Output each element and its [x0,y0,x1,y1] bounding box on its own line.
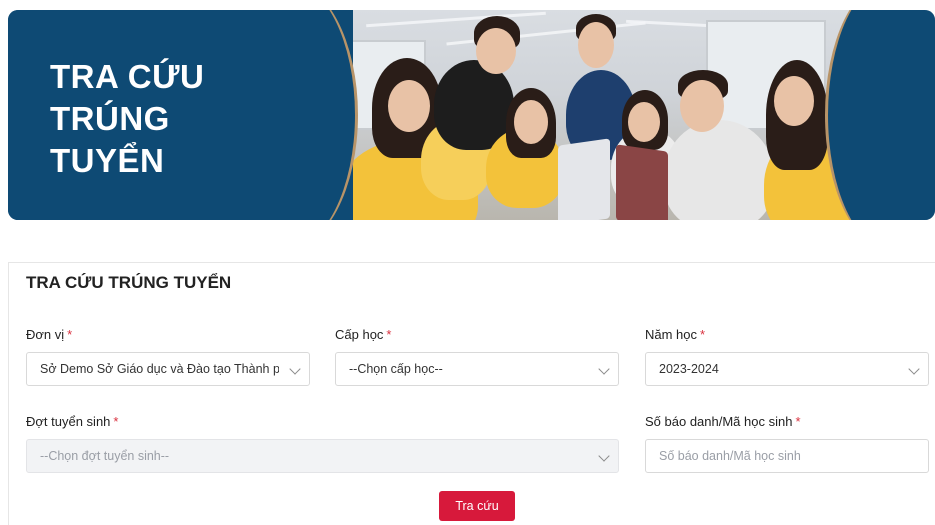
nam-hoc-value: 2023-2024 [659,362,719,376]
dot-tuyen-sinh-select[interactable]: --Chọn đợt tuyển sinh-- [26,439,619,473]
don-vi-label: Đơn vị * [26,327,72,342]
chevron-down-icon [598,363,610,375]
hero-banner: TRA CỨU TRÚNG TUYỂN [8,10,935,220]
banner-title: TRA CỨU TRÚNG TUYỂN [50,56,204,182]
form-title: TRA CỨU TRÚNG TUYỂN [26,273,232,292]
don-vi-value: Sở Demo Sở Giáo dục và Đào tạo Thành phố… [40,362,279,376]
banner-right-curve [825,10,935,220]
required-mark: * [67,327,73,342]
search-form-card: TRA CỨU TRÚNG TUYỂN Đơn vị * Sở Demo Sở G… [8,262,935,525]
chevron-down-icon [289,363,301,375]
cap-hoc-select[interactable]: --Chọn cấp học-- [335,352,619,386]
required-mark: * [113,414,119,429]
cap-hoc-value: --Chọn cấp học-- [349,362,443,376]
required-mark: * [386,327,392,342]
so-bao-danh-placeholder: Số báo danh/Mã học sinh [659,449,801,463]
tra-cuu-button[interactable]: Tra cứu [439,491,515,521]
dot-tuyen-sinh-value: --Chọn đợt tuyển sinh-- [40,449,170,463]
required-mark: * [795,414,801,429]
so-bao-danh-label: Số báo danh/Mã học sinh * [645,414,801,429]
nam-hoc-label: Năm học * [645,327,705,342]
dot-tuyen-sinh-label-text: Đợt tuyển sinh [26,414,111,429]
so-bao-danh-input[interactable]: Số báo danh/Mã học sinh [645,439,929,473]
nam-hoc-label-text: Năm học [645,327,698,342]
cap-hoc-label-text: Cấp học [335,327,384,342]
chevron-down-icon [598,450,610,462]
nam-hoc-select[interactable]: 2023-2024 [645,352,929,386]
don-vi-select[interactable]: Sở Demo Sở Giáo dục và Đào tạo Thành phố… [26,352,310,386]
dot-tuyen-sinh-label: Đợt tuyển sinh * [26,414,118,429]
banner-title-line: TRA CỨU [50,58,205,95]
don-vi-label-text: Đơn vị [26,327,65,342]
so-bao-danh-label-text: Số báo danh/Mã học sinh [645,414,793,429]
chevron-down-icon [908,363,920,375]
required-mark: * [700,327,706,342]
banner-title-line: TUYỂN [50,142,165,179]
cap-hoc-label: Cấp học * [335,327,391,342]
banner-title-line: TRÚNG [50,100,170,137]
banner-left-curve [238,10,358,220]
